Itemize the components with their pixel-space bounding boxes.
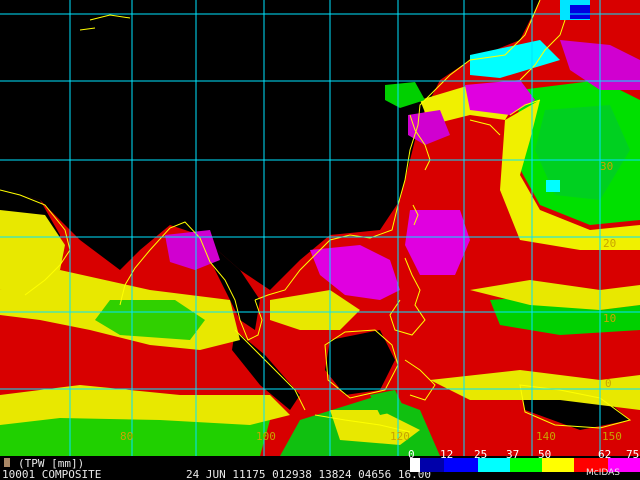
lat-label-10: 10 bbox=[603, 312, 617, 325]
lon-label-150: 150 bbox=[602, 430, 622, 443]
info-footer: (TPW [mm]) 10001 COMPOSITE 24 JUN 11175 … bbox=[0, 448, 640, 480]
composite-label: 10001 COMPOSITE bbox=[2, 468, 102, 480]
colorbar-tick-62: 62 bbox=[598, 448, 612, 461]
lon-label-100: 100 bbox=[256, 430, 276, 443]
datetime-label: 24 JUN 11175 012938 13824 04656 16.00 bbox=[186, 468, 432, 480]
lon-label-140: 140 bbox=[536, 430, 556, 443]
colorbar-tick-50: 50 bbox=[538, 448, 552, 461]
mcidas-credit: McIDAS bbox=[586, 468, 621, 478]
colorbar-tick-75: 75 bbox=[626, 448, 640, 461]
cyan-patch-1 bbox=[546, 180, 560, 192]
colorbar-tick-12: 12 bbox=[440, 448, 454, 461]
colorbar-tick-25: 25 bbox=[474, 448, 488, 461]
lat-label-0: 0 bbox=[605, 377, 612, 390]
colorbar-tick-0: 0 bbox=[408, 448, 415, 461]
lon-label-80: 80 bbox=[120, 430, 134, 443]
blue-patch bbox=[570, 5, 590, 19]
tpw-map-view: 30 20 10 0 80 100 120 140 150 (TPW [mm])… bbox=[0, 0, 640, 480]
marker-swatch bbox=[4, 458, 10, 467]
lon-label-120: 120 bbox=[390, 430, 410, 443]
lat-label-30: 30 bbox=[600, 160, 614, 173]
lat-label-20: 20 bbox=[603, 237, 617, 250]
colorbar-tick-37: 37 bbox=[506, 448, 520, 461]
tpw-map bbox=[0, 0, 640, 456]
